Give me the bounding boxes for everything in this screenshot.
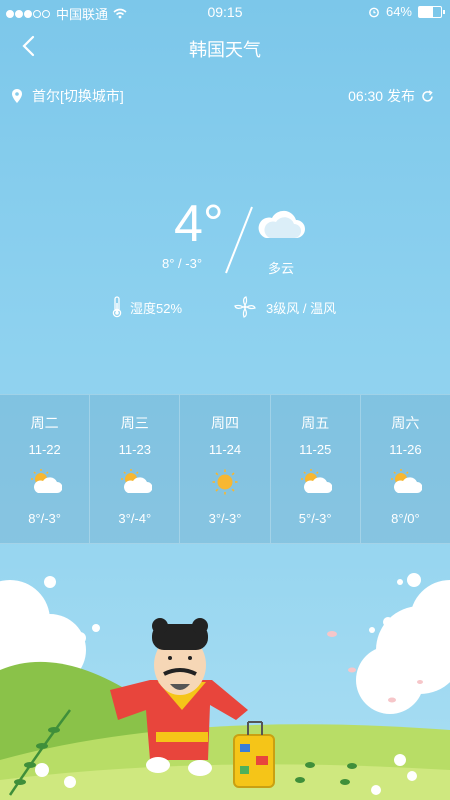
sun-icon	[212, 469, 238, 495]
partly-cloudy-icon	[301, 469, 333, 493]
forecast-date: 11-22	[28, 442, 61, 457]
forecast-date: 11-23	[118, 442, 151, 457]
forecast-day[interactable]: 周三 11-23 3°/-4°	[90, 395, 181, 543]
current-temperature: 4°	[174, 195, 224, 253]
forecast-weekday: 周四	[211, 415, 239, 431]
forecast-weekday: 周三	[120, 415, 149, 431]
humidity-metric: 湿度52%	[112, 296, 182, 318]
location-pin-icon	[12, 89, 22, 103]
korean-king-illustration	[0, 573, 450, 800]
wind-metric: 3级风 / 温风	[234, 296, 336, 318]
forecast-day[interactable]: 周二 11-22 8°/-3°	[0, 395, 91, 543]
forecast-temps: 3°/-4°	[118, 511, 152, 526]
bubble-dots	[32, 573, 421, 644]
publish-time: 06:30 发布	[348, 88, 415, 104]
forecast-date: 11-25	[299, 442, 332, 457]
battery-icon	[418, 5, 445, 18]
forecast-strip: 周二 11-22 8°/-3° 周三 11-23 3°/-4° 周四 11-24	[0, 394, 450, 544]
cloud-icon	[258, 210, 305, 238]
forecast-date: 11-26	[389, 442, 422, 457]
forecast-day[interactable]: 周四 11-24 3°/-3°	[180, 395, 271, 543]
forecast-day[interactable]: 周六 11-26 8°/0°	[361, 395, 450, 543]
metrics-row: 湿度52% 3级风 / 温风	[0, 296, 450, 320]
status-right: 64%	[368, 4, 445, 19]
switch-city-button[interactable]: 首尔[切换城市]	[12, 86, 124, 106]
forecast-temps: 8°/-3°	[28, 511, 61, 526]
refresh-icon	[422, 89, 433, 102]
forecast-temps: 3°/-3°	[208, 511, 242, 526]
forecast-weekday: 周六	[391, 415, 420, 431]
location-bar: 首尔[切换城市] 06:30 发布	[0, 86, 450, 108]
battery-level	[419, 6, 434, 17]
forecast-temps: 8°/0°	[391, 511, 420, 526]
page-title: 韩国天气	[189, 40, 261, 60]
nav-bar: 韩国天气	[0, 24, 450, 70]
battery-percent: 64%	[385, 4, 412, 19]
condition-label: 多云	[268, 261, 295, 276]
refresh-button[interactable]: 06:30 发布	[348, 86, 434, 106]
partly-cloudy-icon	[120, 469, 152, 493]
forecast-date: 11-24	[208, 442, 242, 457]
thermometer-icon	[112, 296, 122, 318]
partly-cloudy-icon	[30, 469, 62, 493]
city-label: 首尔[切换城市]	[32, 88, 124, 104]
forecast-day[interactable]: 周五 11-25 5°/-3°	[271, 395, 361, 543]
cloud-bank-right	[356, 580, 450, 714]
temperature-range: 8° / -3°	[162, 256, 203, 271]
alarm-icon	[369, 7, 379, 17]
forecast-weekday: 周五	[301, 415, 330, 431]
partly-cloudy-icon	[391, 469, 423, 493]
status-bar: 中国联通 09:15 64%	[0, 0, 450, 24]
humidity-label: 湿度52%	[130, 300, 183, 316]
wind-label: 3级风 / 温风	[266, 300, 337, 316]
fan-icon	[234, 296, 256, 318]
forecast-temps: 5°/-3°	[298, 511, 332, 526]
forecast-weekday: 周二	[30, 415, 59, 431]
